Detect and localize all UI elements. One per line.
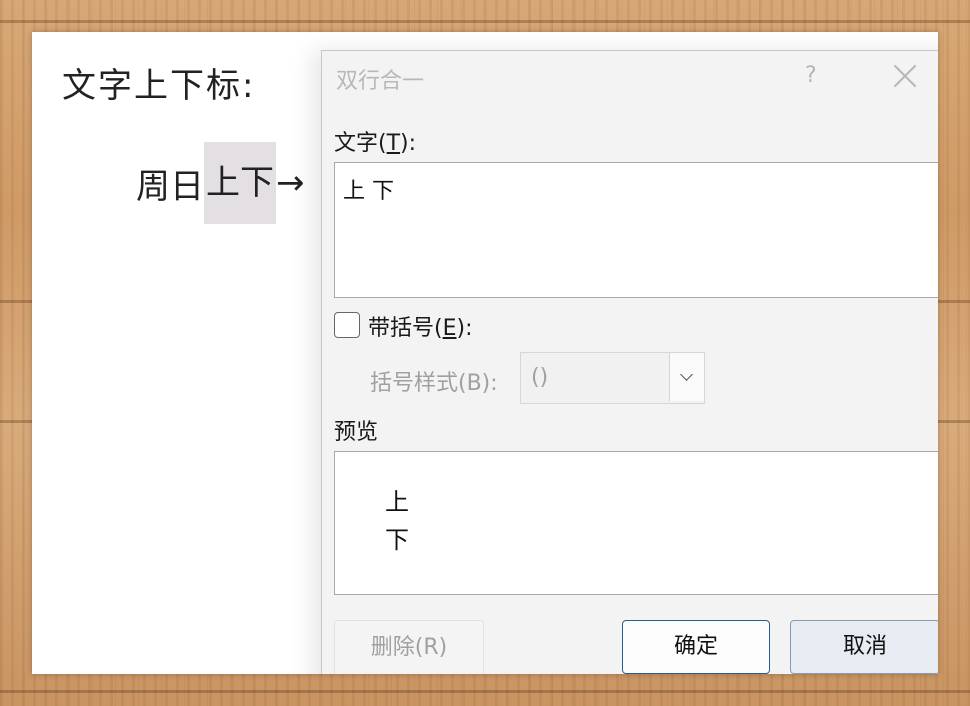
selected-text[interactable]: 上下 <box>204 142 276 224</box>
checkbox-label-prefix: 带括号( <box>368 316 443 341</box>
text-input[interactable]: 上 下 <box>334 162 938 298</box>
document-heading: 文字上下标: <box>62 66 256 106</box>
dialog-title: 双行合一 <box>336 69 425 94</box>
bracket-checkbox[interactable] <box>334 312 360 338</box>
text-field-label: 文字(T): <box>334 125 416 157</box>
text-label-prefix: 文字( <box>334 131 387 156</box>
preview-box: 上 下 <box>334 451 938 595</box>
preview-top-text: 上 <box>385 488 409 516</box>
combine-characters-dialog: 双行合一 ? 文字(T): 上 下 带括号(E): 括号样式(B): () 预览… <box>321 50 938 674</box>
bracket-style-label: 括号样式(B): <box>370 371 498 396</box>
checkbox-label-suffix: ): <box>456 316 473 341</box>
checkbox-label-accesskey: E <box>442 316 457 341</box>
bracket-checkbox-label[interactable]: 带括号(E): <box>368 310 473 342</box>
text-label-suffix: ): <box>400 131 417 156</box>
bracket-style-select[interactable]: () <box>520 352 705 404</box>
arrow-icon: → <box>276 163 305 203</box>
preview-bottom-text: 下 <box>385 526 409 554</box>
wood-plank-seam <box>0 690 970 693</box>
text-label-accesskey: T <box>386 131 401 156</box>
chevron-down-icon[interactable] <box>669 353 704 401</box>
delete-button[interactable]: 删除(R) <box>334 620 484 674</box>
help-icon[interactable]: ? <box>805 63 817 88</box>
cancel-button[interactable]: 取消 <box>790 620 938 674</box>
document-page: 文字上下标: 周日 上下 → 双行合一 ? 文字(T): 上 下 带括号(E):… <box>32 32 938 674</box>
text-input-value: 上 下 <box>343 179 394 204</box>
dialog-titlebar: 双行合一 ? <box>322 51 938 107</box>
ok-button[interactable]: 确定 <box>622 620 770 674</box>
close-icon[interactable] <box>890 61 920 91</box>
wood-plank-seam <box>0 20 970 23</box>
preview-label: 预览 <box>334 420 379 445</box>
document-text-line: 周日 上下 → <box>136 142 305 224</box>
bracket-style-value: () <box>531 365 549 390</box>
document-text-prefix: 周日 <box>136 166 204 207</box>
